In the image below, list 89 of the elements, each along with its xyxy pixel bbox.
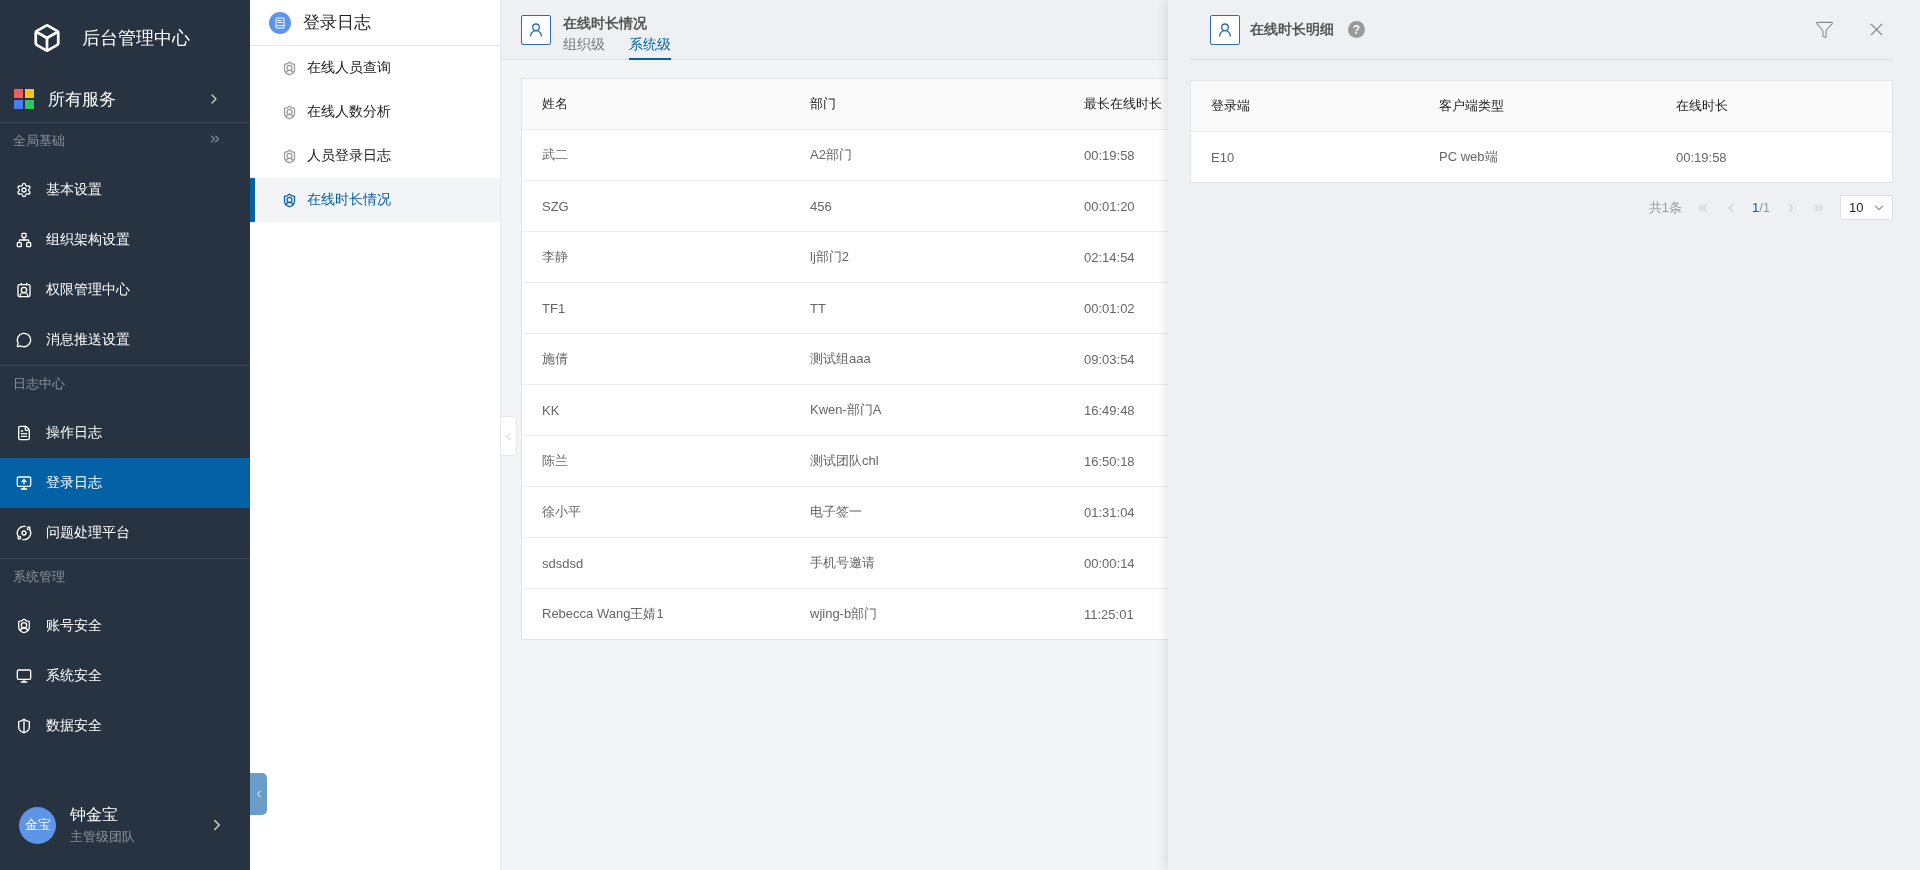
page-indicator: 1/1	[1751, 200, 1770, 215]
submenu-title: 登录日志	[303, 12, 371, 34]
table-cell-text: 456	[810, 198, 833, 214]
table-cell-text: 00:01:20	[1084, 198, 1136, 214]
table-cell-text: 02:14:54	[1084, 249, 1136, 265]
panel-title: 在线时长明细	[1250, 20, 1334, 39]
tab[interactable]: 系统级	[629, 35, 671, 60]
app-title: 后台管理中心	[82, 27, 190, 50]
chat-bubble-icon	[16, 332, 32, 348]
user-card-icon	[521, 14, 551, 45]
table-cell-text: E10	[1211, 149, 1236, 165]
monitor-icon	[16, 475, 32, 491]
nav-item[interactable]: 操作日志	[0, 408, 250, 458]
user-team: 主管级团队	[70, 827, 136, 846]
nav-item[interactable]: 数据安全	[0, 701, 250, 751]
table-cell-text: sdsdsd	[542, 555, 585, 571]
double-chevron-icon[interactable]	[208, 132, 222, 146]
page-size-select[interactable]: 10	[1840, 195, 1893, 220]
tab[interactable]: 组织级	[563, 35, 605, 60]
nav-item[interactable]: 权限管理中心	[0, 265, 250, 315]
table-cell-text: A2部门	[810, 146, 853, 164]
nav-group-title: 系统管理	[13, 568, 65, 586]
table-cell-text: PC web端	[1439, 148, 1499, 166]
table-cell-text: 11:25:01	[1084, 606, 1135, 622]
table-cell-text: 09:03:54	[1084, 351, 1136, 367]
table-cell-text: 陈兰	[542, 452, 569, 470]
table-cell-text: 00:19:58	[1084, 147, 1136, 163]
cube-logo-icon	[32, 23, 62, 53]
table-cell-text: 00:00:14	[1084, 555, 1136, 571]
column-header: 在线时长	[1676, 97, 1729, 115]
nav-item[interactable]: 系统安全	[0, 651, 250, 701]
table-cell-text: 测试组aaa	[810, 350, 872, 368]
planet-icon	[16, 525, 32, 541]
filter-icon[interactable]	[1815, 20, 1834, 39]
table-cell-text: 16:50:18	[1084, 453, 1136, 469]
monitor-icon	[16, 668, 32, 684]
table-cell-text: 01:31:04	[1084, 504, 1136, 520]
user-name: 钟金宝	[70, 804, 119, 825]
table-cell-text: 00:01:02	[1084, 300, 1136, 316]
table-cell-text: 00:19:58	[1676, 149, 1728, 165]
table-cell-text: KK	[542, 402, 561, 418]
shield-user-icon	[282, 148, 297, 164]
user-card-icon	[1210, 14, 1240, 45]
nav-item[interactable]: 账号安全	[0, 601, 250, 651]
all-services-item[interactable]: 所有服务	[0, 76, 250, 123]
table-cell-text: TF1	[542, 300, 567, 316]
org-chart-icon	[16, 232, 32, 248]
shield-user-icon	[16, 618, 32, 634]
table-cell-text: 电子签一	[810, 503, 863, 521]
shield-icon	[16, 718, 32, 734]
table-cell-text: 徐小平	[542, 503, 582, 521]
nav-item[interactable]: 问题处理平台	[0, 508, 250, 558]
page-title: 在线时长情况	[563, 14, 648, 33]
table-cell-text: Kwen-部门A	[810, 401, 883, 419]
total-count: 共1条	[1648, 198, 1682, 217]
table-cell-text: TT	[810, 300, 827, 316]
table-cell-text: lj部门2	[810, 248, 850, 266]
shield-user-icon	[282, 192, 297, 208]
nav-item[interactable]: 登录日志	[0, 458, 250, 508]
id-card-icon	[16, 282, 32, 298]
column-header: 客户端类型	[1439, 97, 1505, 115]
shield-user-icon	[282, 60, 297, 76]
table-cell-text: Rebecca Wang王婧1	[542, 605, 665, 623]
column-header: 登录端	[1211, 97, 1251, 115]
nav-item[interactable]: 组织架构设置	[0, 215, 250, 265]
table-cell-text: 手机号邀请	[810, 554, 876, 572]
document-icon	[16, 425, 32, 441]
table-cell-text: 16:49:48	[1084, 402, 1136, 418]
submenu-item[interactable]: 在线时长情况	[250, 178, 500, 222]
all-services-label: 所有服务	[48, 88, 117, 111]
nav-group-title: 全局基础	[13, 132, 65, 150]
collapse-sidebar-button[interactable]	[250, 773, 267, 815]
nav-item[interactable]: 基本设置	[0, 165, 250, 215]
table-cell-text: 施倩	[542, 350, 569, 368]
table-cell-text: 李静	[542, 248, 569, 266]
column-header: 姓名	[542, 95, 569, 113]
settings-icon	[16, 182, 32, 198]
nav-item[interactable]: 消息推送设置	[0, 315, 250, 365]
table-cell-text: 测试团队chl	[810, 452, 880, 470]
collapse-submenu-button[interactable]	[501, 416, 517, 456]
shield-user-icon	[282, 104, 297, 120]
column-header: 部门	[810, 95, 837, 113]
nav-group-title: 日志中心	[13, 375, 65, 393]
apps-grid-icon	[14, 89, 34, 109]
table-cell-text: SZG	[542, 198, 570, 214]
column-header: 最长在线时长	[1084, 95, 1163, 113]
table-cell-text: 武二	[542, 146, 569, 164]
table-cell-text: wjing-b部门	[810, 605, 879, 623]
log-book-icon	[269, 11, 291, 34]
